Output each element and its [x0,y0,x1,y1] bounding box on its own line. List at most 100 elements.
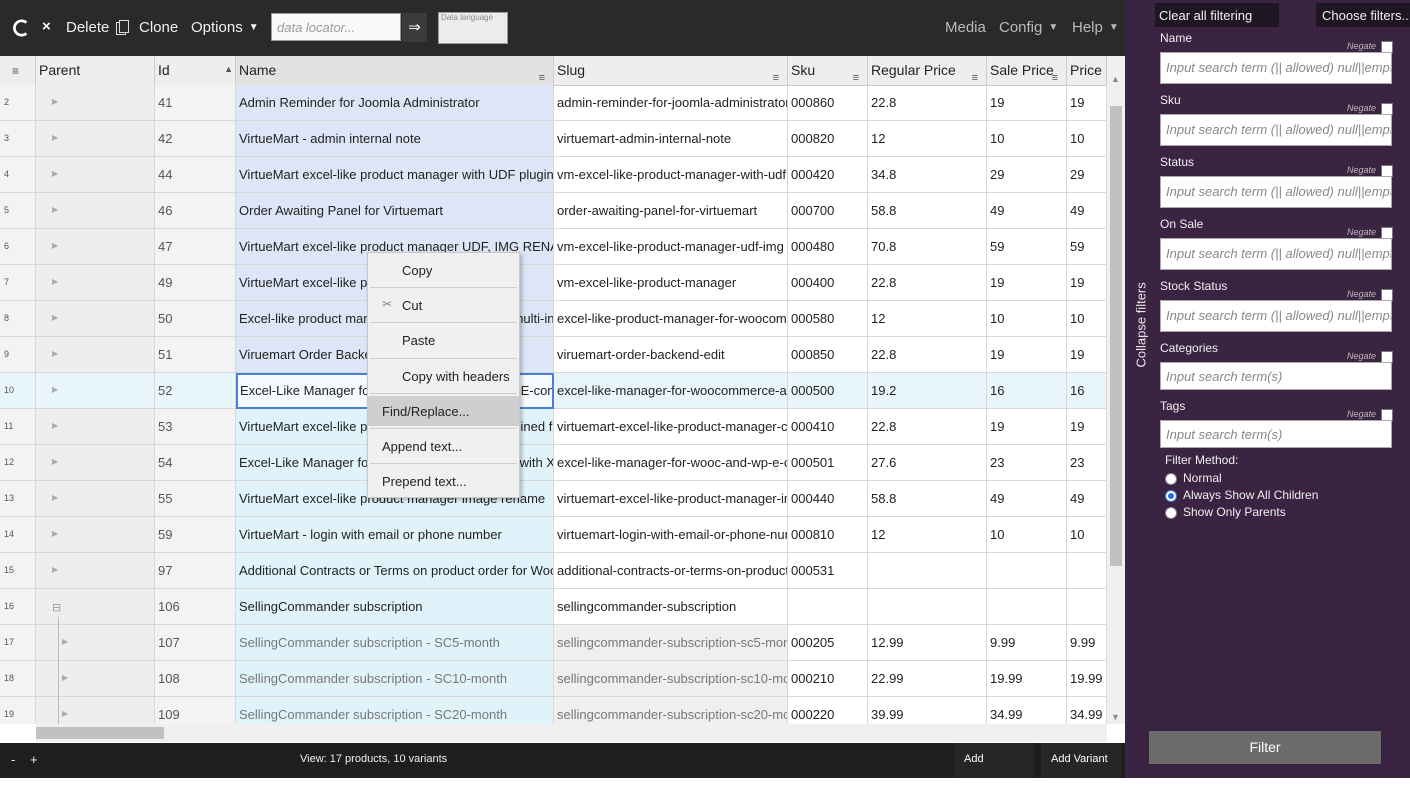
regular-price-cell[interactable]: 58.8 [868,481,987,517]
sale-price-cell[interactable] [987,553,1067,589]
sku-cell[interactable]: 000531 [788,553,868,589]
parent-cell[interactable]: ▶ [36,697,155,724]
parent-cell[interactable]: ▶ [36,85,155,121]
id-cell[interactable]: 49 [155,265,236,301]
data-language-select[interactable]: Data language [438,12,508,44]
sku-cell[interactable]: 000700 [788,193,868,229]
id-cell[interactable]: 50 [155,301,236,337]
tree-arrow-icon[interactable]: ▶ [52,277,58,286]
close-icon[interactable]: × [42,18,51,35]
price-cell[interactable] [1067,553,1107,589]
tree-arrow-icon[interactable]: ▶ [52,457,58,466]
parent-cell[interactable]: ▶ [36,121,155,157]
slug-cell[interactable]: excel-like-manager-for-wooc-and-wp-e-com… [554,445,788,481]
id-cell[interactable]: 109 [155,697,236,724]
id-cell[interactable]: 42 [155,121,236,157]
regular-price-cell[interactable]: 22.8 [868,85,987,121]
regular-price-cell[interactable]: 34.8 [868,157,987,193]
sale-price-cell[interactable]: 19 [987,265,1067,301]
slug-cell[interactable]: sellingcommander-subscription-sc20-month [554,697,788,724]
table-row[interactable]: 4 ▶ 44 VirtueMart excel-like product manage… [0,157,1107,193]
tree-arrow-icon[interactable]: ▶ [52,205,58,214]
sku-cell[interactable]: 000440 [788,481,868,517]
tree-arrow-icon[interactable]: ▶ [52,169,58,178]
id-cell[interactable]: 53 [155,409,236,445]
media-button[interactable]: Media [945,19,986,36]
name-cell[interactable]: VirtueMart - login with email or phone n… [236,517,554,553]
sale-price-cell[interactable]: 9.99 [987,625,1067,661]
parent-cell[interactable]: ▶ [36,625,155,661]
name-cell[interactable]: SellingCommander subscription - SC5-mont… [236,625,554,661]
name-cell[interactable]: Order Awaiting Panel for Virtuemart [236,193,554,229]
price-cell[interactable]: 10 [1067,517,1107,553]
regular-price-cell[interactable]: 58.8 [868,193,987,229]
tree-arrow-icon[interactable]: ▶ [52,529,58,538]
column-menu-icon[interactable]: ≡ [1052,72,1058,84]
table-row[interactable]: 12▶54Excel-Like Manager for WooCommerce … [0,445,1107,481]
parent-cell[interactable]: ▶ [36,661,155,697]
scroll-down-icon[interactable]: ▼ [1111,712,1120,722]
price-cell[interactable]: 10 [1067,121,1107,157]
tree-arrow-icon[interactable]: ▶ [52,313,58,322]
parent-cell[interactable]: ▶ [36,373,155,409]
sale-price-cell[interactable]: 59 [987,229,1067,265]
sale-price-cell[interactable]: 10 [987,121,1067,157]
regular-price-cell[interactable]: 22.99 [868,661,987,697]
sale-price-cell[interactable]: 10 [987,301,1067,337]
id-cell[interactable]: 54 [155,445,236,481]
parent-cell[interactable]: ▶ [36,157,155,193]
table-row[interactable]: 17 ▶ 107 SellingCommander subscription - SC… [0,625,1107,661]
slug-cell[interactable]: sellingcommander-subscription-sc10-month [554,661,788,697]
vertical-scrollbar[interactable]: ▲ ▼ [1107,56,1125,724]
table-row[interactable]: 11▶53VirtueMart excel-like product manag… [0,409,1107,445]
regular-price-cell[interactable]: 19.2 [868,373,987,409]
id-cell[interactable]: 52 [155,373,236,409]
regular-price-cell[interactable]: 27.6 [868,445,987,481]
sku-cell[interactable]: 000205 [788,625,868,661]
sku-cell[interactable]: 000820 [788,121,868,157]
name-cell[interactable]: SellingCommander subscription [236,589,554,625]
tree-arrow-icon[interactable]: ▶ [52,349,58,358]
table-row[interactable]: 15 ▶ 97 Additional Contracts or Terms on pr… [0,553,1107,589]
id-cell[interactable]: 108 [155,661,236,697]
parent-cell[interactable]: ▶ [36,193,155,229]
parent-cell[interactable]: ▶ [36,481,155,517]
sale-price-cell[interactable]: 19 [987,337,1067,373]
sale-price-cell[interactable]: 19 [987,409,1067,445]
sku-cell[interactable]: 000420 [788,157,868,193]
price-cell[interactable] [1067,589,1107,625]
id-cell[interactable]: 44 [155,157,236,193]
column-header-id[interactable]: Id ▲ [155,56,236,85]
sku-cell[interactable]: 000410 [788,409,868,445]
price-cell[interactable]: 29 [1067,157,1107,193]
data-locator-input[interactable]: data locator... [271,13,401,41]
slug-cell[interactable]: vm-excel-like-product-manager-udf-img [554,229,788,265]
slug-cell[interactable]: excel-like-product-manager-for-woocommer… [554,301,788,337]
sku-cell[interactable] [788,589,868,625]
name-cell[interactable]: VirtueMart excel-like product manager wi… [236,157,554,193]
sku-cell[interactable]: 000220 [788,697,868,724]
tree-arrow-icon[interactable]: ▶ [62,709,68,718]
sku-cell[interactable]: 000580 [788,301,868,337]
id-cell[interactable]: 46 [155,193,236,229]
column-header-sale-price[interactable]: Sale Price ≡ [987,56,1067,85]
name-cell[interactable]: Admin Reminder for Joomla Administrator [236,85,554,121]
table-row[interactable]: 6 ▶ 47 VirtueMart excel-like product manage… [0,229,1107,265]
regular-price-cell[interactable]: 22.8 [868,337,987,373]
table-row[interactable]: 7 ▶ 49 VirtueMart excel-like product manage… [0,265,1107,301]
filter-method-radio[interactable] [1165,490,1177,502]
price-cell[interactable]: 16 [1067,373,1107,409]
slug-cell[interactable]: virtuemart-excel-like-product-manager-im… [554,481,788,517]
tree-arrow-icon[interactable]: ▶ [52,493,58,502]
help-menu[interactable]: Help ▼ [1072,19,1119,36]
id-cell[interactable]: 106 [155,589,236,625]
column-header-regular-price[interactable]: Regular Price ≡ [868,56,987,85]
regular-price-cell[interactable]: 39.99 [868,697,987,724]
table-row[interactable]: 10▶52Excel-Like Manager for WooCommerce … [0,373,1107,409]
name-cell[interactable]: SellingCommander subscription - SC20-mon… [236,697,554,724]
name-cell[interactable]: SellingCommander subscription - SC10-mon… [236,661,554,697]
sale-price-cell[interactable]: 29 [987,157,1067,193]
price-cell[interactable]: 23 [1067,445,1107,481]
regular-price-cell[interactable]: 12 [868,517,987,553]
table-row[interactable]: 13 ▶ 55 VirtueMart excel-like product manag… [0,481,1107,517]
